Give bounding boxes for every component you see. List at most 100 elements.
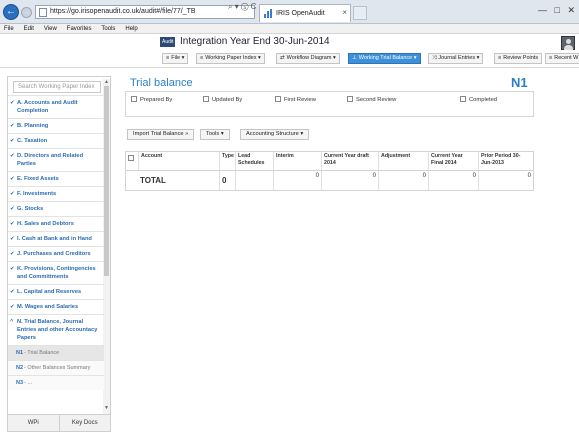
total-cy-draft: 0 — [321, 171, 378, 190]
sidebar-item-n[interactable]: ^ N. Trial Balance, Journal Entries and o… — [8, 314, 104, 345]
total-interim: 0 — [273, 171, 321, 190]
toolbar: ≡ File ▾ ≡ Working Paper Index ▾ ⇄ Workflow… — [0, 50, 579, 68]
trial-balance-table: Account Type Lead Schedules Interim Curr… — [125, 151, 534, 191]
import-trial-balance-button[interactable]: Import Trial Balance » — [127, 129, 195, 140]
working-trial-balance-button[interactable]: ⊥ Working Trial Balance ▾ — [348, 53, 421, 64]
menu-bar: File Edit View Favorites Tools Help — [0, 24, 579, 34]
col-lead-schedules[interactable]: Lead Schedules — [235, 152, 273, 170]
window-controls: — □ ✕ — [533, 5, 575, 16]
table-header-row: Account Type Lead Schedules Interim Curr… — [126, 152, 533, 171]
col-account[interactable]: Account — [138, 152, 219, 170]
recent-button[interactable]: ≡ Recent W — [545, 53, 579, 64]
updated-by-checkbox[interactable]: Updated By — [203, 96, 242, 103]
checkbox-icon — [460, 96, 466, 102]
maximize-icon[interactable]: □ — [555, 5, 560, 15]
sidebar-item-g[interactable]: ✔ G. Stocks — [8, 201, 104, 216]
page-code: N1 — [511, 75, 528, 90]
sidebar-item-b[interactable]: ✔ B. Planning — [8, 118, 104, 133]
subitem-code: N1 — [16, 350, 24, 356]
sidebar-item-i[interactable]: ✔ I. Cash at Bank and in Hand — [8, 231, 104, 246]
checkbox-icon — [275, 96, 281, 102]
col-adjustment[interactable]: Adjustment — [378, 152, 428, 170]
sidebar-item-j[interactable]: ✔ J. Purchases and Creditors — [8, 246, 104, 261]
audit-badge: Audit — [160, 37, 176, 47]
subitem-code: N2 — [16, 365, 24, 371]
chevron-down-icon: ✔ — [10, 176, 15, 182]
col-interim[interactable]: Interim — [273, 152, 321, 170]
sidebar-item-f[interactable]: ✔ F. Investments — [8, 186, 104, 201]
sidebar-item-c[interactable]: ✔ C. Taxation — [8, 133, 104, 148]
scroll-down-icon[interactable]: ▼ — [103, 405, 110, 411]
menu-help[interactable]: Help — [121, 24, 141, 34]
review-points-button[interactable]: ≡ Review Points — [494, 53, 543, 64]
file-menu-button[interactable]: ≡ File ▾ — [162, 53, 189, 64]
address-bar[interactable]: https://go.irisopenaudit.co.uk/audit#/fi… — [35, 5, 255, 19]
working-paper-index-button[interactable]: ≡ Working Paper Index ▾ — [196, 53, 265, 64]
close-icon[interactable]: × — [342, 8, 347, 17]
back-arrow-icon[interactable]: ← — [3, 4, 19, 20]
sidebar-item-l[interactable]: ✔ L. Capital and Reserves — [8, 284, 104, 299]
shuffle-icon: ⤨ — [432, 55, 437, 61]
tab-wpi[interactable]: WPi — [8, 415, 59, 431]
workflow-icon: ⇄ — [280, 55, 285, 61]
search-input[interactable]: Search Working Paper Index — [13, 81, 101, 93]
checkbox-icon — [128, 155, 134, 161]
tab-title: IRIS OpenAudit — [276, 10, 325, 17]
forward-arrow-icon[interactable]: → — [21, 7, 32, 18]
tab-key-docs[interactable]: Key Docs — [58, 415, 110, 431]
col-type[interactable]: Type — [219, 152, 235, 170]
sidebar-item-m[interactable]: ✔ M. Wages and Salaries — [8, 299, 104, 314]
chevron-down-icon: ✔ — [10, 153, 15, 159]
sidebar-subitem-n1[interactable]: N1- Trial Balance — [8, 345, 104, 360]
url-text[interactable]: https://go.irisopenaudit.co.uk/audit#/fi… — [50, 8, 196, 15]
sidebar-item-h[interactable]: ✔ H. Sales and Debtors — [8, 216, 104, 231]
sidebar-subitem-n3[interactable]: N3- ... — [8, 375, 104, 390]
close-window-icon[interactable]: ✕ — [567, 5, 575, 15]
bar-chart-icon — [264, 9, 273, 18]
browser-tab[interactable]: IRIS OpenAudit × — [259, 4, 351, 22]
workflow-diagram-button[interactable]: ⇄ Workflow Diagram ▾ — [276, 53, 340, 64]
user-avatar-icon[interactable] — [561, 36, 575, 50]
chevron-down-icon: ✔ — [10, 221, 15, 227]
sidebar-subitem-n2[interactable]: N2- Other Balances Summary — [8, 360, 104, 375]
checkbox-icon — [131, 96, 137, 102]
chevron-down-icon: ✔ — [10, 191, 15, 197]
sidebar-item-a[interactable]: ✔ A. Accounts and Audit Completion — [8, 95, 104, 118]
engagement-title: Integration Year End 30-Jun-2014 — [180, 36, 330, 47]
col-prior-period[interactable]: Prior Period 30-Jun-2013 — [478, 152, 533, 170]
address-tools[interactable]: ⌕ ▾ ⓐ C — [228, 2, 256, 12]
table-row: TOTAL 0 0 0 0 0 0 — [126, 171, 533, 190]
menu-favorites[interactable]: Favorites — [63, 24, 96, 34]
col-current-year-final[interactable]: Current Year Final 2014 — [428, 152, 478, 170]
minimize-icon[interactable]: — — [538, 5, 547, 15]
menu-tools[interactable]: Tools — [97, 24, 119, 34]
chevron-down-icon: ✔ — [10, 100, 15, 106]
journal-entries-button[interactable]: ⤨ Journal Entries ▾ — [428, 53, 484, 64]
second-review-checkbox[interactable]: Second Review — [347, 96, 396, 103]
sidebar-tabs: WPi Key Docs — [8, 414, 110, 431]
checkbox-icon — [347, 96, 353, 102]
menu-view[interactable]: View — [40, 24, 61, 34]
scroll-up-icon[interactable]: ▲ — [103, 79, 110, 85]
sidebar-scrollbar[interactable]: ▲ ▼ — [103, 79, 110, 419]
prepared-by-checkbox[interactable]: Prepared By — [131, 96, 172, 103]
first-review-checkbox[interactable]: First Review — [275, 96, 316, 103]
sidebar-item-e[interactable]: ✔ E. Fixed Assets — [8, 171, 104, 186]
menu-file[interactable]: File — [0, 24, 18, 34]
app-header: Audit Integration Year End 30-Jun-2014 — [0, 34, 579, 50]
select-all-checkbox[interactable] — [126, 152, 138, 170]
chevron-down-icon: ✔ — [10, 236, 15, 242]
sidebar-item-d[interactable]: ✔ D. Directors and Related Parties — [8, 148, 104, 171]
page-icon — [39, 8, 47, 17]
section-list: ✔ A. Accounts and Audit Completion ✔ B. Pl… — [8, 95, 104, 390]
new-tab-button[interactable] — [353, 6, 367, 20]
signoff-panel: Prepared By Updated By First Review Seco… — [125, 91, 534, 117]
scroll-thumb[interactable] — [104, 86, 109, 276]
tools-button[interactable]: Tools ▾ — [200, 129, 230, 140]
sidebar-item-k[interactable]: ✔ K. Provisions, Contingencies and Commit… — [8, 261, 104, 284]
accounting-structure-button[interactable]: Accounting Structure ▾ — [240, 129, 310, 140]
menu-edit[interactable]: Edit — [20, 24, 38, 34]
col-current-year-draft[interactable]: Current Year draft 2014 — [321, 152, 378, 170]
chevron-down-icon: ✔ — [10, 123, 15, 129]
completed-checkbox[interactable]: Completed — [460, 96, 497, 103]
